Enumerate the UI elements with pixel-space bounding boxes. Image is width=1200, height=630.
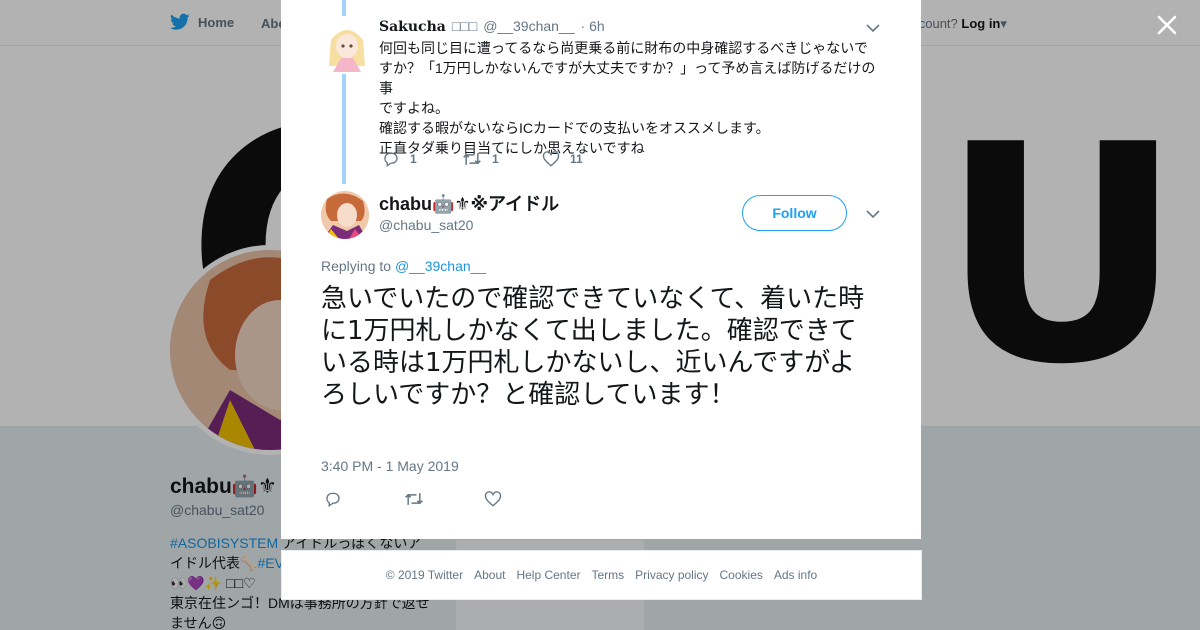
footer-link-about[interactable]: About [474, 568, 505, 582]
tweet-text-line: ですよね。 [379, 100, 449, 116]
tweet-text-line: 確認する暇がないならICカードでの支払いをオススメします。 [379, 120, 770, 136]
main-tweet-timestamp[interactable]: 3:40 PM - 1 May 2019 [321, 458, 459, 474]
heart-icon [542, 151, 560, 167]
chevron-down-icon[interactable] [865, 22, 881, 34]
retweet-button[interactable]: 1 [462, 150, 542, 168]
main-tweet-text: 急いでいたので確認できていなくて、着いた時に1万円札しかなくて出しました。確認で… [321, 284, 865, 410]
follow-button[interactable]: Follow [742, 195, 847, 231]
avatar-illustration [327, 22, 367, 72]
parent-tweet-text: 何回も同じ目に遭ってるなら尚更乗る前に財布の中身確認するべきじゃないで すか？「… [379, 38, 881, 158]
like-count: 11 [570, 152, 583, 166]
retweet-button[interactable] [404, 490, 484, 508]
tweet-modal: Sakucha □□□ @__39chan__ · 6h 何回も同じ目に遭ってる… [281, 0, 921, 539]
parent-tweet-name-suffix: □□□ [451, 18, 478, 34]
footer-link-ads[interactable]: Ads info [774, 568, 817, 582]
thread-line [342, 0, 346, 16]
reply-button[interactable]: 1 [382, 150, 462, 168]
footer-link-terms[interactable]: Terms [591, 568, 624, 582]
replying-to: Replying to @__39chan__ [321, 258, 486, 274]
main-tweet-avatar[interactable] [321, 191, 369, 239]
modal-footer: © 2019 Twitter About Help Center Terms P… [281, 550, 922, 600]
main-tweet-handle[interactable]: @chabu_sat20 [379, 217, 473, 233]
thread-line [342, 74, 346, 184]
retweet-icon [463, 153, 481, 165]
heart-icon [484, 491, 502, 507]
tweet-text-line: すか？「1万円しかないんですが大丈夫ですか？」って予め言えば防げるだけの事 [379, 60, 876, 96]
retweet-icon [405, 493, 423, 505]
parent-tweet-handle[interactable]: @__39chan__ [483, 18, 574, 34]
like-button[interactable]: 11 [542, 150, 622, 168]
reply-icon [326, 492, 340, 508]
parent-tweet-avatar[interactable] [327, 22, 367, 72]
tweet-text-line: 何回も同じ目に遭ってるなら尚更乗る前に財布の中身確認するべきじゃないで [379, 40, 868, 56]
chevron-down-icon[interactable] [865, 207, 881, 221]
reply-button[interactable] [324, 490, 404, 508]
replying-handle-link[interactable]: @__39chan__ [395, 258, 486, 274]
retweet-count: 1 [492, 152, 499, 166]
reply-icon [384, 152, 398, 168]
main-tweet-actions [324, 490, 564, 508]
avatar-illustration [321, 191, 369, 239]
reply-count: 1 [410, 152, 417, 166]
footer-link-help[interactable]: Help Center [516, 568, 580, 582]
replying-prefix: Replying to [321, 258, 392, 274]
like-button[interactable] [484, 490, 564, 508]
close-button[interactable] [1152, 10, 1182, 40]
close-icon [1157, 15, 1177, 35]
parent-tweet-time[interactable]: · 6h [581, 18, 605, 34]
parent-tweet-name[interactable]: Sakucha [379, 19, 446, 35]
main-tweet-name[interactable]: chabu🤖⚜※アイドル [379, 190, 559, 216]
footer-link-cookies[interactable]: Cookies [720, 568, 763, 582]
parent-tweet-header: Sakucha □□□ @__39chan__ · 6h [379, 18, 605, 35]
parent-tweet-actions: 1 1 11 [382, 150, 622, 168]
footer-link-privacy[interactable]: Privacy policy [635, 568, 708, 582]
footer-copyright: © 2019 Twitter [385, 568, 464, 582]
